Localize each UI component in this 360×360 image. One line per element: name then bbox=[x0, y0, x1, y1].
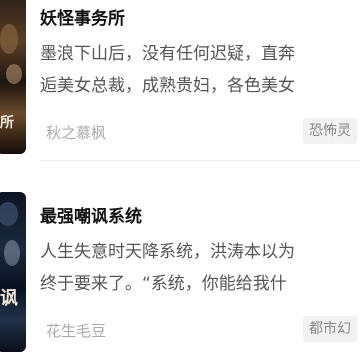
cover-text: 讽 bbox=[0, 288, 18, 309]
book-card[interactable]: 所 妖怪事务所 墨浪下山后，没有任何迟疑，直奔 逅美女总裁，成熟贵妇，各色美女 … bbox=[0, 0, 360, 161]
book-author: 秋之慕枫 bbox=[46, 124, 107, 142]
book-cover[interactable]: 讽 bbox=[0, 192, 26, 352]
book-card[interactable]: 讽 最强嘲讽系统 人生失意时天降系统，洪涛本以为 终于要来了。“系统，你能给我什… bbox=[0, 184, 360, 354]
divider bbox=[40, 160, 360, 161]
genre-tag: 恐怖灵 bbox=[303, 118, 357, 144]
book-cover[interactable]: 所 bbox=[0, 0, 26, 154]
book-author: 花生毛豆 bbox=[46, 322, 107, 340]
genre-tag: 都市幻 bbox=[303, 316, 357, 342]
book-title[interactable]: 妖怪事务所 bbox=[40, 4, 125, 29]
book-description: 人生失意时天降系统，洪涛本以为 终于要来了。“系统，你能给我什 bbox=[40, 242, 295, 294]
book-title[interactable]: 最强嘲讽系统 bbox=[40, 202, 142, 227]
cover-text: 所 bbox=[0, 115, 14, 131]
book-description: 墨浪下山后，没有任何迟疑，直奔 逅美女总裁，成熟贵妇，各色美女 bbox=[40, 44, 295, 96]
book-list: 所 妖怪事务所 墨浪下山后，没有任何迟疑，直奔 逅美女总裁，成熟贵妇，各色美女 … bbox=[0, 0, 360, 360]
